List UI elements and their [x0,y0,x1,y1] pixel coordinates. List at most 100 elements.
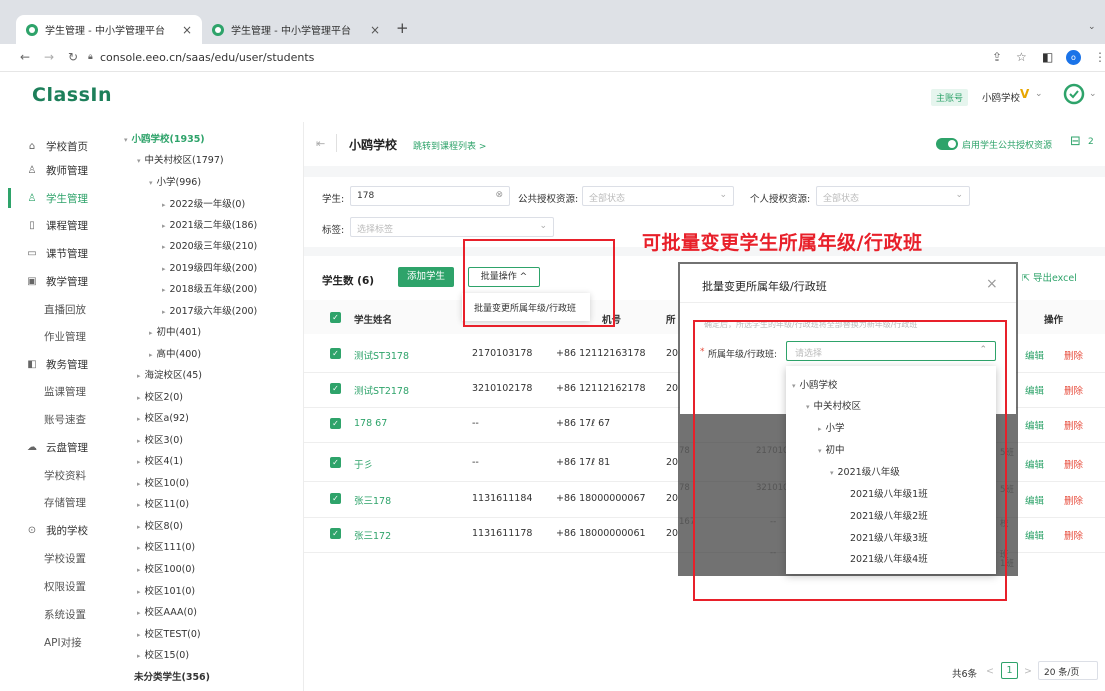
student-name-link[interactable]: 测试ST2178 [354,383,409,397]
address-bar[interactable]: console.eeo.cn/saas/edu/user/students [100,51,314,64]
school-chevron-down-icon[interactable]: ⌄ [1035,89,1043,99]
tag-select[interactable]: 选择标签 ⌄ [350,217,554,237]
sidebar-item-11[interactable]: ☁ 云盘管理 [26,437,88,457]
new-tab-button[interactable]: + [396,19,409,37]
tree-node[interactable]: ▸ 海淀校区(45) [137,367,202,381]
tab-list-chevron-icon[interactable]: ⌄ [1088,22,1096,32]
caret-right-icon[interactable]: ▸ [149,351,153,359]
tree-node[interactable]: ▸ 校区11(0) [137,496,189,510]
edit-button[interactable]: 编辑 [1025,457,1044,471]
caret-right-icon[interactable]: ▸ [162,286,166,294]
export-excel-button[interactable]: ⇱ 导出excel [1022,270,1077,284]
caret-right-icon[interactable]: ▸ [137,480,141,488]
caret-right-icon[interactable]: ▸ [137,501,141,509]
sidebar-item-3[interactable]: ▯ 课程管理 [26,215,88,235]
tree-node[interactable]: ▾ 中关村校区(1797) [137,152,224,166]
sidebar-item-15[interactable]: 学校设置 [44,548,86,568]
page-1-button[interactable]: 1 [1001,662,1018,679]
sidepanel-icon[interactable]: ◧ [1042,50,1053,64]
delete-button[interactable]: 删除 [1064,528,1083,542]
edit-button[interactable]: 编辑 [1025,528,1044,542]
avatar-chevron-down-icon[interactable]: ⌄ [1089,89,1097,99]
tree-node[interactable]: ▸ 初中(401) [149,324,201,338]
student-name-link[interactable]: 测试ST3178 [354,348,409,362]
row-checkbox[interactable]: ✓ [330,348,341,359]
tree-node[interactable]: ▸ 校区101(0) [137,583,195,597]
caret-down-icon[interactable]: ▾ [124,136,128,144]
sidebar-item-18[interactable]: API对接 [44,632,82,652]
caret-right-icon[interactable]: ▸ [137,372,141,380]
sidebar-item-2[interactable]: ♙ 学生管理 [26,188,88,208]
tree-node[interactable]: ▸ 校区100(0) [137,561,195,575]
user-avatar-icon[interactable] [1063,83,1085,105]
tree-node[interactable]: ▸ 校区111(0) [137,539,195,553]
row-checkbox[interactable]: ✓ [330,457,341,468]
sidebar-item-8[interactable]: ◧ 教务管理 [26,354,88,374]
student-search-input[interactable]: 178 ⊗ [350,186,510,206]
caret-right-icon[interactable]: ▸ [162,265,166,273]
browser-tab-2[interactable]: 学生管理 - 中小学管理平台 × [202,15,390,44]
sidebar-item-5[interactable]: ▣ 教学管理 [26,271,88,291]
caret-right-icon[interactable]: ▸ [162,308,166,316]
caret-right-icon[interactable]: ▸ [137,652,141,660]
sidebar-item-6[interactable]: 直播回放 [44,299,86,319]
prev-page-button[interactable]: < [986,666,994,677]
delete-button[interactable]: 删除 [1064,348,1083,362]
tab-2-close-icon[interactable]: × [370,23,380,37]
row-checkbox[interactable]: ✓ [330,493,341,504]
tree-node[interactable]: ▾ 小鸥学校(1935) [124,131,205,145]
tree-node[interactable]: ▸ 校区8(0) [137,518,183,532]
caret-right-icon[interactable]: ▸ [137,437,141,445]
caret-right-icon[interactable]: ▸ [162,201,166,209]
caret-right-icon[interactable]: ▸ [137,631,141,639]
sidebar-item-13[interactable]: 存储管理 [44,492,86,512]
delete-button[interactable]: 删除 [1064,457,1083,471]
delete-button[interactable]: 删除 [1064,493,1083,507]
sidebar-item-1[interactable]: ♙ 教师管理 [26,160,88,180]
sidebar-item-4[interactable]: ▭ 课节管理 [26,243,88,263]
delete-button[interactable]: 删除 [1064,383,1083,397]
tree-node[interactable]: ▸ 校区AAA(0) [137,604,197,618]
tree-node[interactable]: ▸ 2022级一年级(0) [162,196,245,210]
tree-node[interactable]: ▸ 校区10(0) [137,475,189,489]
next-page-button[interactable]: > [1024,666,1032,677]
tree-node[interactable]: 未分类学生(356) [134,669,210,683]
tab-1-close-icon[interactable]: × [182,23,192,37]
sidebar-item-9[interactable]: 监课管理 [44,381,86,401]
tree-node[interactable]: ▸ 校区a(92) [137,410,189,424]
edit-button[interactable]: 编辑 [1025,418,1044,432]
tree-node[interactable]: ▸ 校区15(0) [137,647,189,661]
tree-node[interactable]: ▸ 2020级三年级(210) [162,238,257,252]
row-checkbox[interactable]: ✓ [330,528,341,539]
tree-node[interactable]: ▸ 2021级二年级(186) [162,217,257,231]
clear-input-icon[interactable]: ⊗ [495,190,503,200]
tree-node[interactable]: ▸ 校区2(0) [137,389,183,403]
browser-menu-icon[interactable]: ⋮ [1094,50,1105,64]
caret-right-icon[interactable]: ▸ [162,222,166,230]
sidebar-item-14[interactable]: ⊙ 我的学校 [26,520,88,540]
caret-right-icon[interactable]: ▸ [137,588,141,596]
tree-node[interactable]: ▸ 2017级六年级(200) [162,303,257,317]
back-arrow-icon[interactable]: ← [20,50,30,64]
add-student-button[interactable]: 添加学生 [398,267,454,287]
caret-down-icon[interactable]: ▾ [149,179,153,187]
sidebar-item-7[interactable]: 作业管理 [44,326,86,346]
caret-right-icon[interactable]: ▸ [137,394,141,402]
sidebar-item-16[interactable]: 权限设置 [44,576,86,596]
share-icon[interactable]: ⇪ [992,50,1002,64]
student-name-link[interactable]: 张三178 [354,493,391,507]
caret-right-icon[interactable]: ▸ [137,544,141,552]
student-name-link[interactable]: 于彡 [354,457,373,471]
delete-button[interactable]: 删除 [1064,418,1083,432]
jump-to-course-link[interactable]: 跳转到课程列表 > [413,139,486,152]
select-all-checkbox[interactable]: ✓ [330,312,341,323]
tree-node[interactable]: ▸ 校区3(0) [137,432,183,446]
tree-node[interactable]: ▸ 2019级四年级(200) [162,260,257,274]
sidebar-item-17[interactable]: 系统设置 [44,604,86,624]
sidebar-item-12[interactable]: 学校资料 [44,465,86,485]
caret-right-icon[interactable]: ▸ [137,566,141,574]
bookmark-star-icon[interactable]: ☆ [1016,50,1027,64]
caret-right-icon[interactable]: ▸ [162,243,166,251]
profile-avatar[interactable]: o [1066,50,1081,65]
dialog-close-icon[interactable]: × [986,276,998,292]
